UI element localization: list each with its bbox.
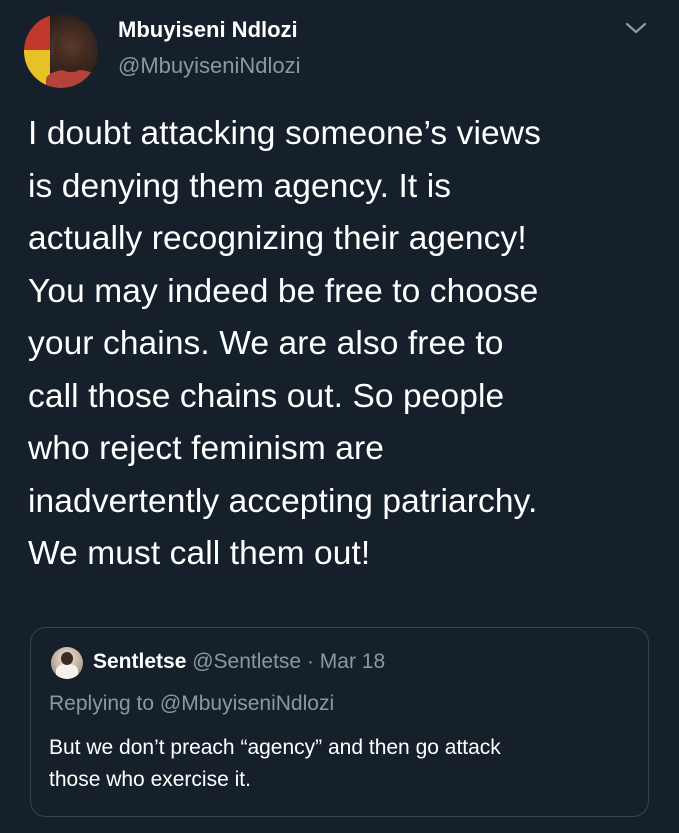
- quoted-tweet-header: Sentletse @Sentletse · Mar 18: [93, 650, 385, 674]
- quoted-tweet-card[interactable]: Sentletse @Sentletse · Mar 18 Replying t…: [30, 627, 649, 817]
- author-avatar[interactable]: [24, 14, 98, 88]
- meta-separator: ·: [306, 650, 314, 673]
- chevron-down-icon[interactable]: [623, 19, 649, 37]
- quoted-author-name[interactable]: Sentletse: [93, 650, 186, 673]
- quoted-tweet-text: But we don’t preach “agency” and then go…: [49, 736, 501, 791]
- tweet-body-text: I doubt attacking someone’s views is den…: [28, 115, 541, 572]
- avatar-shirt: [46, 70, 98, 88]
- quoted-author-avatar[interactable]: [51, 647, 83, 679]
- replying-to-line: Replying to @MbuyiseniNdlozi: [49, 692, 335, 715]
- avatar-face: [54, 28, 88, 72]
- quoted-avatar-body: [56, 664, 78, 679]
- quoted-tweet-date[interactable]: Mar 18: [320, 650, 385, 673]
- quoted-author-handle[interactable]: @Sentletse: [192, 650, 301, 673]
- quoted-avatar-head: [61, 652, 73, 665]
- author-handle[interactable]: @MbuyiseniNdlozi: [118, 53, 301, 79]
- author-display-name[interactable]: Mbuyiseni Ndlozi: [118, 17, 298, 43]
